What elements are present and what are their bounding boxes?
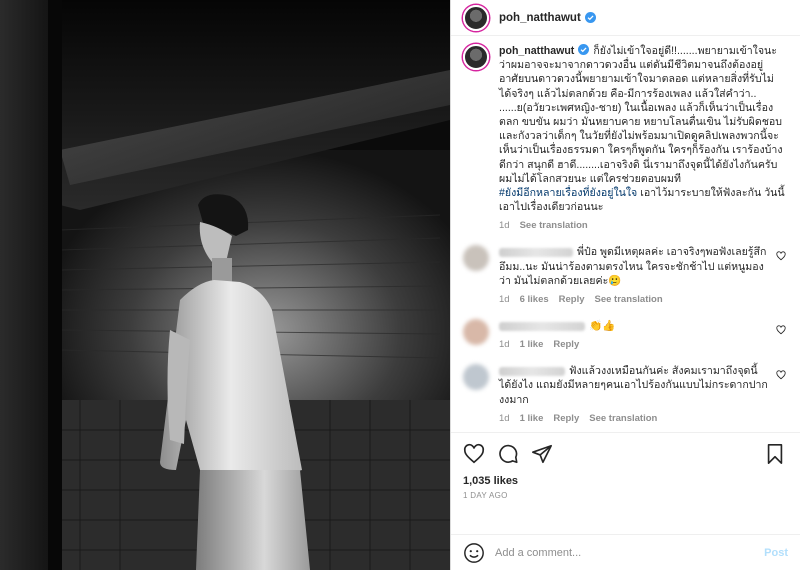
caption-text: poh_natthawut ก็ยังไม่เข้าใจอยู่ดี!!.....… xyxy=(499,44,786,214)
reply-button[interactable]: Reply xyxy=(559,294,585,305)
author-avatar[interactable] xyxy=(463,4,489,31)
comment-likes[interactable]: 1 like xyxy=(520,413,544,424)
comment-heart-icon[interactable] xyxy=(776,325,786,335)
comment-icon[interactable] xyxy=(497,443,519,465)
add-comment-bar: Post xyxy=(451,534,800,570)
comments-scroll[interactable]: poh_natthawut ก็ยังไม่เข้าใจอยู่ดี!!.....… xyxy=(451,36,800,432)
blurred-username[interactable] xyxy=(499,321,585,331)
heart-icon[interactable] xyxy=(463,443,485,465)
comment-meta: 1d 1 like Reply See translation xyxy=(499,413,768,424)
commenter-avatar[interactable] xyxy=(463,364,489,391)
post-photo[interactable] xyxy=(0,0,450,570)
post-dialog: poh_natthawut poh_natthawut ก็ยังไม่เข้าใ… xyxy=(0,0,800,570)
comment-likes[interactable]: 1 like xyxy=(520,339,544,350)
comment-input[interactable] xyxy=(495,546,765,559)
author-username[interactable]: poh_natthawut xyxy=(499,12,581,24)
post-header: poh_natthawut xyxy=(451,0,800,36)
comment-heart-icon[interactable] xyxy=(776,251,786,261)
share-icon[interactable] xyxy=(531,443,553,465)
like-count[interactable]: 1,035 likes xyxy=(463,475,786,487)
see-translation-link[interactable]: See translation xyxy=(589,413,657,424)
verified-badge-icon xyxy=(578,44,590,55)
post-time-ago[interactable]: 1 DAY AGO xyxy=(463,491,786,500)
post-caption: poh_natthawut ก็ยังไม่เข้าใจอยู่ดี!!.....… xyxy=(463,44,786,231)
reply-button[interactable]: Reply xyxy=(553,339,579,350)
comment-item: พี่ป๋อ พูดมีเหตุผลค่ะ เอาจริงๆพอฟังเลยรู… xyxy=(463,245,786,305)
comment-item: 👏👍 1d 1 like Reply xyxy=(463,319,786,350)
commenter-avatar[interactable] xyxy=(463,319,489,346)
comment-time[interactable]: 1d xyxy=(499,294,510,305)
see-translation-link[interactable]: See translation xyxy=(595,294,663,305)
post-actions: 1,035 likes 1 DAY AGO xyxy=(451,432,800,534)
comment-item: ฟังแล้วงงเหมือนกันค่ะ สังคมเรามาถึงจุดนี… xyxy=(463,364,786,424)
bookmark-icon[interactable] xyxy=(764,443,786,465)
comment-time[interactable]: 1d xyxy=(499,413,510,424)
comment-text: 👏👍 xyxy=(499,319,768,333)
caption-see-translation[interactable]: See translation xyxy=(520,220,588,231)
caption-avatar[interactable] xyxy=(463,44,489,70)
caption-hashtag[interactable]: #ยังมีอีกหลายเรื่องที่ยังอยู่ในใจ xyxy=(499,187,637,199)
blurred-username[interactable] xyxy=(499,248,573,258)
comment-text: ฟังแล้วงงเหมือนกันค่ะ สังคมเรามาถึงจุดนี… xyxy=(499,364,768,407)
comment-meta: 1d 6 likes Reply See translation xyxy=(499,294,768,305)
caption-username[interactable]: poh_natthawut xyxy=(499,45,574,57)
comment-heart-icon[interactable] xyxy=(776,370,786,380)
caption-body: ก็ยังไม่เข้าใจอยู่ดี!!.......พยายามเข้าใ… xyxy=(499,45,785,185)
comment-body: 👏👍 xyxy=(589,320,616,333)
comment-meta: 1d 1 like Reply xyxy=(499,339,768,350)
emoji-icon[interactable] xyxy=(463,542,485,564)
comments-list: พี่ป๋อ พูดมีเหตุผลค่ะ เอาจริงๆพอฟังเลยรู… xyxy=(463,245,786,432)
verified-badge-icon xyxy=(584,12,596,23)
reply-button[interactable]: Reply xyxy=(553,413,579,424)
comment-time[interactable]: 1d xyxy=(499,339,510,350)
comment-text: พี่ป๋อ พูดมีเหตุผลค่ะ เอาจริงๆพอฟังเลยรู… xyxy=(499,245,768,288)
photo-image xyxy=(0,0,450,570)
comment-likes[interactable]: 6 likes xyxy=(520,294,549,305)
caption-time[interactable]: 1d xyxy=(499,220,510,231)
post-sidebar: poh_natthawut poh_natthawut ก็ยังไม่เข้าใ… xyxy=(450,0,800,570)
post-comment-button[interactable]: Post xyxy=(764,547,788,559)
blurred-username[interactable] xyxy=(499,366,565,376)
commenter-avatar[interactable] xyxy=(463,245,489,272)
